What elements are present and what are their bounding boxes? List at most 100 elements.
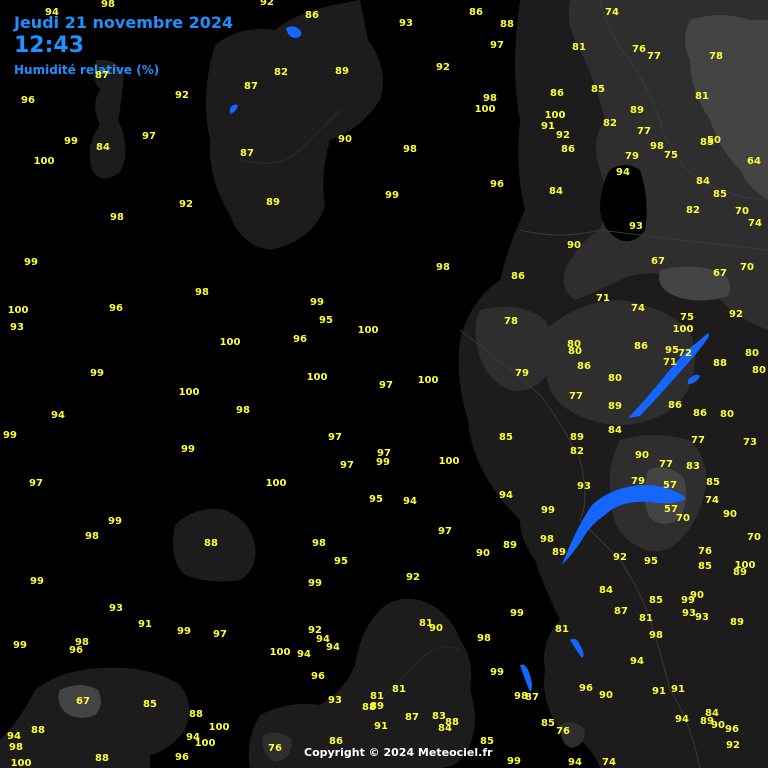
humidity-reading: 86 [668, 400, 682, 411]
humidity-reading: 85 [649, 595, 663, 606]
humidity-reading: 80 [720, 409, 734, 420]
humidity-reading: 86 [511, 271, 525, 282]
humidity-reading: 98 [195, 287, 209, 298]
humidity-reading: 74 [602, 757, 616, 768]
humidity-reading: 91 [374, 721, 388, 732]
humidity-reading: 100 [269, 647, 291, 658]
humidity-reading: 86 [577, 361, 591, 372]
humidity-reading: 98 [403, 144, 417, 155]
humidity-reading: 94 [616, 167, 630, 178]
humidity-reading: 76 [556, 726, 570, 737]
humidity-reading: 91 [652, 686, 666, 697]
humidity-reading: 82 [274, 67, 288, 78]
humidity-reading: 94 [51, 410, 65, 421]
humidity-reading: 98 [649, 630, 663, 641]
humidity-reading: 89 [733, 567, 747, 578]
humidity-reading: 98 [312, 538, 326, 549]
humidity-reading: 93 [328, 695, 342, 706]
humidity-reading: 94 [675, 714, 689, 725]
humidity-reading: 81 [695, 91, 709, 102]
humidity-reading: 94 [45, 7, 59, 18]
humidity-reading: 50 [707, 135, 721, 146]
humidity-reading: 95 [665, 345, 679, 356]
humidity-reading: 84 [599, 585, 613, 596]
humidity-reading: 97 [379, 380, 393, 391]
humidity-reading: 90 [711, 720, 725, 731]
humidity-reading: 76 [698, 546, 712, 557]
humidity-reading: 80 [745, 348, 759, 359]
humidity-reading: 97 [328, 432, 342, 443]
humidity-reading: 87 [240, 148, 254, 159]
humidity-reading: 85 [499, 432, 513, 443]
humidity-reading: 85 [143, 699, 157, 710]
humidity-reading: 85 [698, 561, 712, 572]
humidity-reading: 92 [613, 552, 627, 563]
humidity-reading: 99 [507, 756, 521, 767]
humidity-reading: 100 [544, 110, 566, 121]
humidity-reading: 89 [730, 617, 744, 628]
humidity-map: Jeudi 21 novembre 2024 12:43 Humidité re… [0, 0, 768, 768]
humidity-reading: 98 [85, 531, 99, 542]
humidity-reading: 97 [142, 131, 156, 142]
humidity-reading: 85 [541, 718, 555, 729]
humidity-reading: 77 [691, 435, 705, 446]
humidity-reading: 94 [326, 642, 340, 653]
humidity-reading: 100 [208, 722, 230, 733]
humidity-reading: 86 [469, 7, 483, 18]
humidity-reading: 89 [570, 432, 584, 443]
humidity-reading: 74 [631, 303, 645, 314]
humidity-reading: 94 [7, 731, 21, 742]
humidity-reading: 85 [713, 189, 727, 200]
humidity-reading: 98 [110, 212, 124, 223]
humidity-reading: 67 [651, 256, 665, 267]
humidity-reading: 92 [729, 309, 743, 320]
humidity-reading: 92 [436, 62, 450, 73]
humidity-reading: 99 [24, 257, 38, 268]
humidity-reading: 76 [268, 743, 282, 754]
humidity-reading: 77 [659, 459, 673, 470]
humidity-reading: 90 [567, 240, 581, 251]
humidity-reading: 100 [417, 375, 439, 386]
humidity-reading: 94 [297, 649, 311, 660]
humidity-reading: 78 [504, 316, 518, 327]
humidity-reading: 92 [175, 90, 189, 101]
humidity-reading: 94 [499, 490, 513, 501]
humidity-reading: 96 [69, 645, 83, 656]
humidity-reading: 99 [308, 578, 322, 589]
humidity-reading: 100 [7, 305, 29, 316]
humidity-reading: 97 [213, 629, 227, 640]
humidity-reading: 71 [596, 293, 610, 304]
humidity-reading: 79 [631, 476, 645, 487]
humidity-reading: 85 [591, 84, 605, 95]
humidity-reading: 99 [310, 297, 324, 308]
humidity-reading: 100 [33, 156, 55, 167]
humidity-reading: 97 [340, 460, 354, 471]
humidity-reading: 70 [735, 206, 749, 217]
humidity-reading: 100 [265, 478, 287, 489]
humidity-reading: 71 [663, 357, 677, 368]
humidity-reading: 87 [614, 606, 628, 617]
humidity-reading: 87 [525, 692, 539, 703]
humidity-reading: 96 [109, 303, 123, 314]
humidity-reading: 97 [490, 40, 504, 51]
humidity-reading: 97 [29, 478, 43, 489]
humidity-reading: 100 [306, 372, 328, 383]
humidity-reading: 88 [31, 725, 45, 736]
humidity-reading: 79 [515, 368, 529, 379]
humidity-reading: 99 [3, 430, 17, 441]
humidity-reading: 93 [695, 612, 709, 623]
humidity-reading: 86 [305, 10, 319, 21]
humidity-reading: 99 [510, 608, 524, 619]
humidity-reading: 90 [599, 690, 613, 701]
humidity-reading: 87 [405, 712, 419, 723]
humidity-reading: 95 [369, 494, 383, 505]
humidity-reading: 77 [569, 391, 583, 402]
humidity-reading: 82 [686, 205, 700, 216]
humidity-reading: 76 [632, 44, 646, 55]
map-parameter: Humidité relative (%) [14, 63, 160, 77]
humidity-reading: 98 [436, 262, 450, 273]
humidity-reading: 67 [76, 696, 90, 707]
humidity-reading: 96 [293, 334, 307, 345]
humidity-reading: 92 [406, 572, 420, 583]
humidity-reading: 90 [338, 134, 352, 145]
